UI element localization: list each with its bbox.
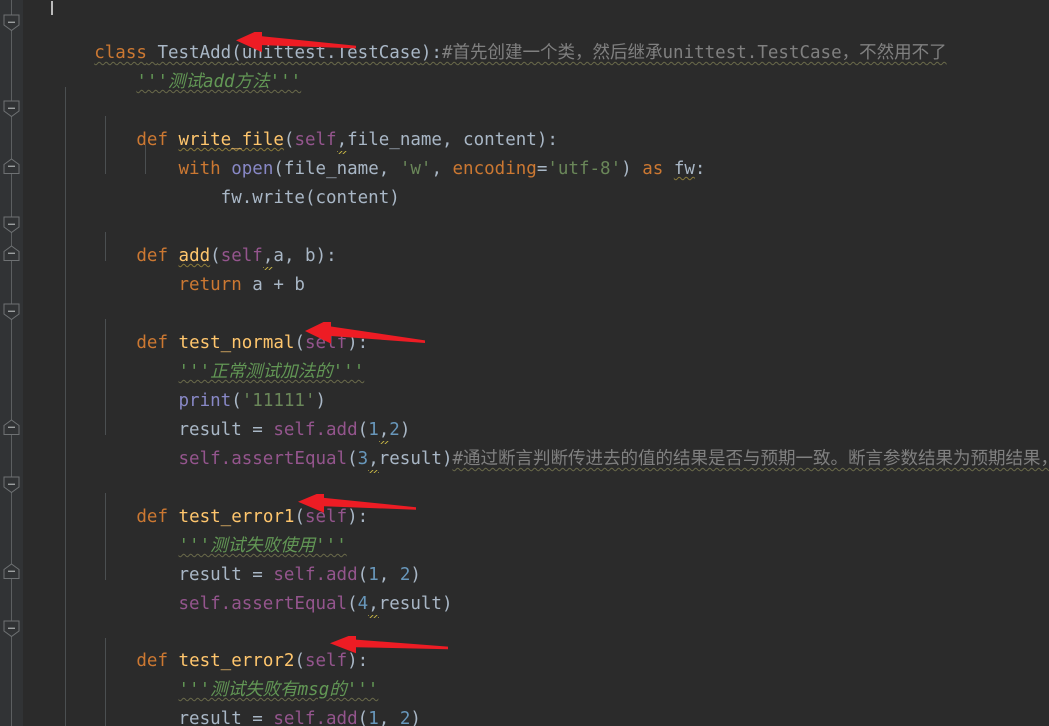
fold-class-testadd-icon[interactable] — [2, 14, 21, 31]
fold-add-end-icon[interactable] — [2, 245, 21, 262]
code-line[interactable]: '''正常测试加法的''' — [31, 329, 365, 382]
code-line[interactable]: '''测试失败有msg的''' — [31, 647, 379, 700]
token-paren: ) — [621, 159, 632, 179]
code-line[interactable]: class TestAdd(unittest.TestCase):#首先创建一个… — [31, 10, 946, 63]
token-kwarg-encoding: encoding — [452, 159, 537, 179]
fold-test-normal-icon[interactable] — [2, 303, 21, 320]
code-editor[interactable]: class TestAdd(unittest.TestCase):#首先创建一个… — [0, 0, 1049, 726]
comment-assert-explain: #通过断言判断传进去的值的结果是否与预期一致。断言参数结果为预期结果，实际 — [452, 449, 1049, 469]
token-paren: ( — [347, 449, 358, 469]
token-var-fw: fw — [673, 159, 695, 179]
code-content[interactable]: class TestAdd(unittest.TestCase):#首先创建一个… — [23, 0, 1049, 726]
token-string-utf8: 'utf-8' — [547, 159, 622, 179]
token-comma-error: , — [368, 449, 379, 469]
token-string-mode: 'w' — [399, 159, 432, 179]
code-line[interactable]: def test_error2(self): — [31, 618, 368, 671]
code-line[interactable]: result = self.add(1, 2) — [31, 676, 421, 726]
code-line[interactable]: def test_normal(self): — [31, 300, 368, 353]
code-line[interactable]: def add(self,a, b): — [31, 213, 336, 266]
code-line[interactable]: '''测试失败使用''' — [31, 503, 347, 556]
token-equals: = — [536, 159, 548, 179]
code-line[interactable]: self.assertEqual(5,result,'正常整数加法没有通过') — [31, 705, 659, 726]
token-arg-result: result — [378, 594, 442, 614]
token-number-4: 4 — [357, 594, 369, 614]
token-paren: ( — [347, 594, 358, 614]
comment-class-header: #首先创建一个类，然后继承unittest.TestCase，不然用不了 — [441, 43, 947, 63]
code-line[interactable]: print('11111') — [31, 358, 327, 411]
code-line[interactable]: result = self.add(1, 2) — [31, 532, 421, 585]
fold-test-error1-end-icon[interactable] — [2, 563, 21, 580]
token-paren: ): — [315, 246, 337, 266]
code-line[interactable]: '''测试add方法''' — [31, 39, 301, 92]
token-paren: ) — [441, 449, 453, 469]
fold-write-file-icon[interactable] — [2, 100, 21, 117]
token-call-fw-write: fw.write(content) — [220, 188, 400, 208]
code-line[interactable]: def write_file(self,file_name, content): — [31, 97, 558, 150]
token-comma: , — [431, 159, 453, 179]
code-line[interactable]: fw.write(content) — [31, 155, 400, 208]
fold-write-file-end-icon[interactable] — [2, 158, 21, 175]
fold-add-icon[interactable] — [2, 216, 21, 233]
docstring-add-method: '''测试add方法''' — [136, 72, 302, 92]
fold-test-error2-icon[interactable] — [2, 620, 21, 637]
editor-gutter[interactable] — [0, 0, 23, 726]
code-line[interactable]: return a + b — [31, 242, 305, 295]
token-comma-error: , — [368, 594, 379, 614]
code-line[interactable]: result = self.add(1,2) — [31, 387, 411, 440]
token-arg-result: result — [378, 449, 442, 469]
code-line[interactable]: self.assertEqual(3,result)#通过断言判断传进去的值的结… — [31, 416, 1049, 469]
token-self-assert-equal: self.assertEqual — [178, 449, 348, 469]
token-paren: ): — [420, 43, 442, 63]
code-line[interactable]: with open(file_name, 'w', encoding='utf-… — [31, 126, 706, 179]
token-colon: : — [694, 159, 706, 179]
fold-test-error1-icon[interactable] — [2, 476, 21, 493]
token-keyword-as: as — [642, 159, 664, 179]
token-number-3: 3 — [357, 449, 369, 469]
token-param-b: b — [305, 246, 316, 266]
token-self-assert-equal: self.assertEqual — [178, 594, 348, 614]
code-line[interactable]: def test_error1(self): — [31, 474, 368, 527]
token-paren: ): — [347, 507, 369, 527]
token-paren: ) — [441, 594, 453, 614]
token-keyword-return: return — [178, 275, 242, 295]
token-expr-sum: a + b — [252, 275, 305, 295]
code-line[interactable]: self.assertEqual(4,result) — [31, 561, 453, 614]
fold-test-normal-end-icon[interactable] — [2, 419, 21, 436]
